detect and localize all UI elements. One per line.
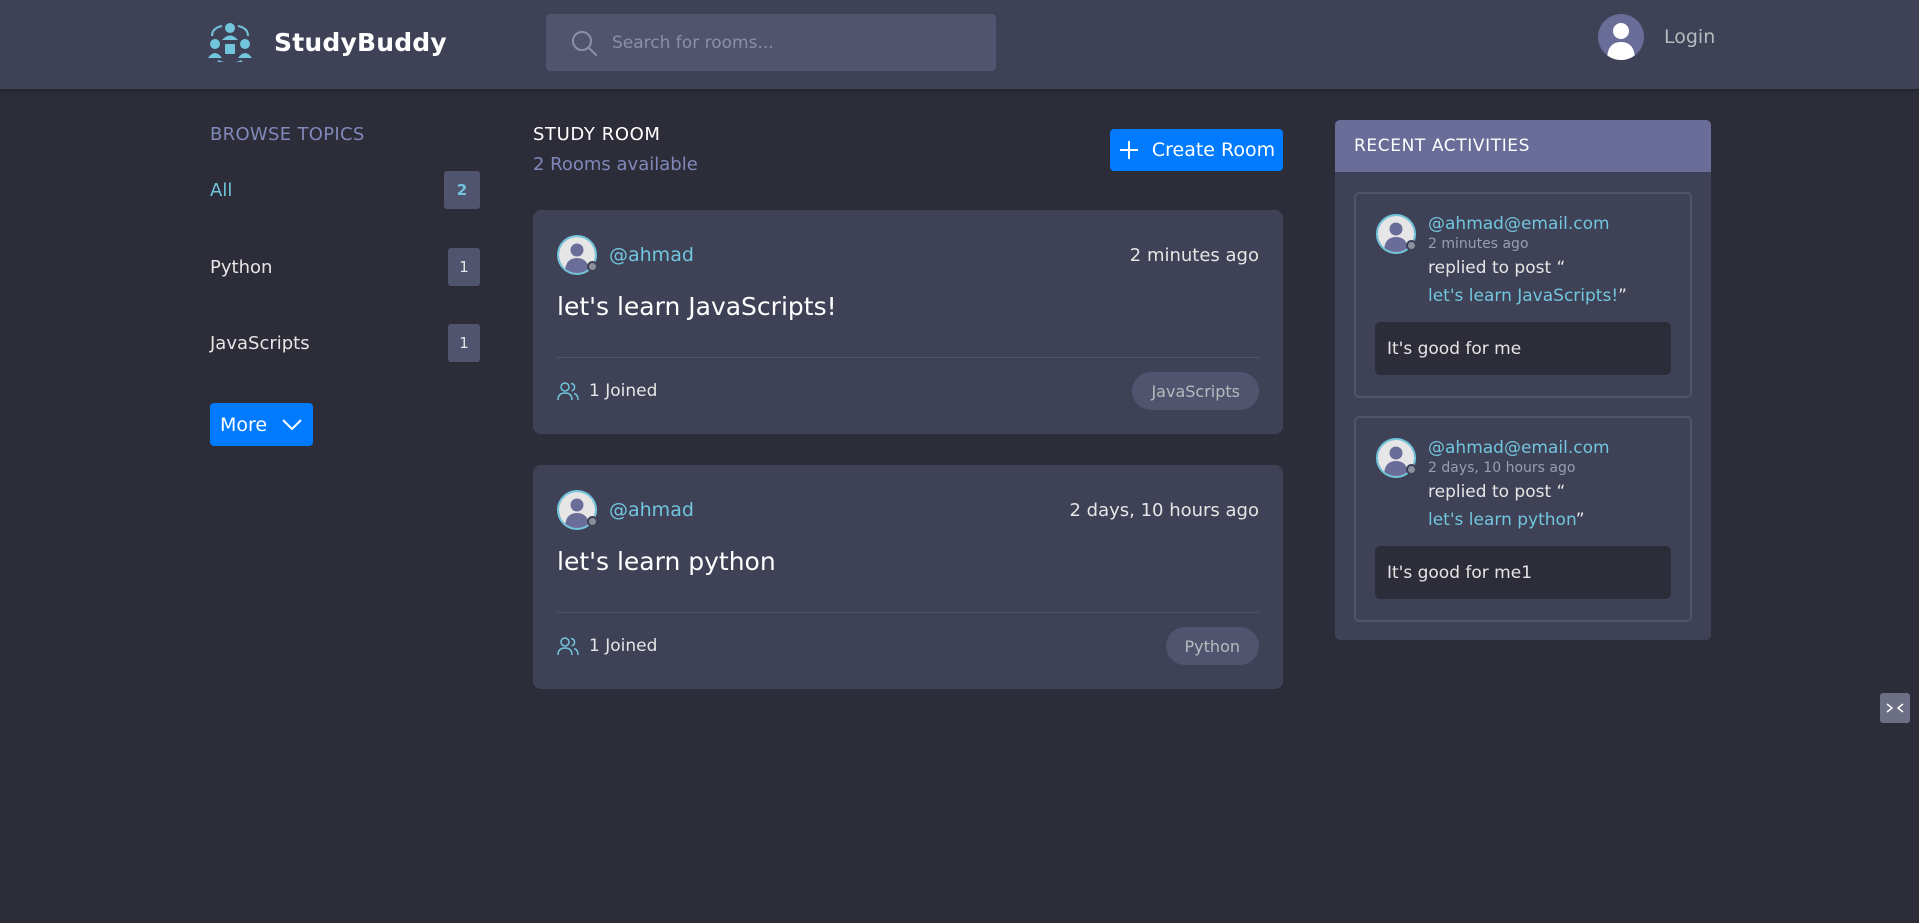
more-topics-button[interactable]: More xyxy=(210,403,313,446)
status-dot xyxy=(1406,240,1417,251)
users-icon xyxy=(557,637,579,656)
status-dot xyxy=(1406,464,1417,475)
room-topic-tag[interactable]: JavaScripts xyxy=(1132,372,1259,410)
activity-post: let's learn JavaScripts!” xyxy=(1428,286,1627,306)
search-bar xyxy=(546,14,996,71)
host-avatar xyxy=(557,490,598,530)
browse-topics-heading: BROWSE TOPICS xyxy=(210,124,365,145)
login-link[interactable]: Login xyxy=(1598,14,1715,60)
close-quote: ” xyxy=(1618,286,1627,306)
topic-label: Python xyxy=(210,256,273,278)
activity-post-link[interactable]: let's learn JavaScripts! xyxy=(1428,286,1618,306)
activity-item: @ahmad@email.com 2 days, 10 hours ago re… xyxy=(1354,416,1692,622)
activity-message: It's good for me1 xyxy=(1375,546,1671,599)
joined-count: 1 Joined xyxy=(589,636,658,656)
topic-label: All xyxy=(210,179,233,201)
top-navbar: StudyBuddy Login xyxy=(0,0,1919,89)
rooms-available-count: 2 Rooms available xyxy=(533,154,698,175)
recent-activities-panel: RECENT ACTIVITIES @ahmad@email.com 2 min… xyxy=(1335,120,1711,640)
room-host-link[interactable]: @ahmad xyxy=(557,490,694,530)
room-footer: 1 Joined JavaScripts xyxy=(557,371,1259,411)
search-input[interactable] xyxy=(612,32,972,53)
room-title-link[interactable]: let's learn python xyxy=(557,547,776,576)
topic-count-badge: 2 xyxy=(444,171,480,209)
create-room-button[interactable]: Create Room xyxy=(1110,129,1283,171)
room-topic-tag[interactable]: Python xyxy=(1165,627,1259,665)
activity-username[interactable]: @ahmad@email.com xyxy=(1428,438,1610,458)
login-label: Login xyxy=(1664,26,1716,48)
activity-message: It's good for me xyxy=(1375,322,1671,375)
host-avatar xyxy=(557,235,598,275)
plus-icon xyxy=(1119,141,1138,159)
room-host-link[interactable]: @ahmad xyxy=(557,235,694,275)
room-header: @ahmad 2 minutes ago xyxy=(557,234,1259,276)
activity-avatar[interactable] xyxy=(1376,214,1417,254)
activity-action-text: replied to post “ xyxy=(1428,482,1566,502)
recent-activities-heading: RECENT ACTIVITIES xyxy=(1335,120,1711,172)
activity-username[interactable]: @ahmad@email.com xyxy=(1428,214,1610,234)
brand-name: StudyBuddy xyxy=(274,27,447,57)
study-room-heading: STUDY ROOM xyxy=(533,124,661,145)
divider xyxy=(557,357,1259,358)
room-title-link[interactable]: let's learn JavaScripts! xyxy=(557,292,837,321)
brand-logo-link[interactable]: StudyBuddy xyxy=(208,22,447,62)
debug-toolbar-toggle[interactable] xyxy=(1880,693,1910,723)
activity-timestamp: 2 days, 10 hours ago xyxy=(1428,460,1576,476)
terminal-icon xyxy=(1886,703,1904,713)
divider xyxy=(557,612,1259,613)
joined-count: 1 Joined xyxy=(589,381,658,401)
close-quote: ” xyxy=(1575,510,1585,530)
host-username: @ahmad xyxy=(609,499,694,521)
room-card: @ahmad 2 minutes ago let's learn JavaScr… xyxy=(533,210,1283,434)
more-button-label: More xyxy=(219,413,268,436)
users-icon xyxy=(557,382,579,401)
topic-item-javascripts[interactable]: JavaScripts 1 xyxy=(210,323,480,363)
topic-item-all[interactable]: All 2 xyxy=(210,170,480,210)
status-dot xyxy=(587,516,598,527)
room-footer: 1 Joined Python xyxy=(557,626,1259,666)
host-username: @ahmad xyxy=(609,244,694,266)
user-avatar xyxy=(1598,14,1644,60)
activity-action-text: replied to post “ xyxy=(1428,258,1566,278)
study-group-logo-icon xyxy=(208,23,252,62)
search-icon xyxy=(572,30,597,56)
participants-info: 1 Joined xyxy=(557,636,657,656)
create-room-label: Create Room xyxy=(1151,139,1276,161)
activity-post: let's learn python” xyxy=(1428,510,1585,530)
activity-post-link[interactable]: let's learn python xyxy=(1428,510,1576,530)
room-timestamp: 2 minutes ago xyxy=(1129,244,1259,266)
activity-timestamp: 2 minutes ago xyxy=(1428,236,1529,252)
activity-avatar[interactable] xyxy=(1376,438,1417,478)
user-silhouette-icon xyxy=(1607,23,1635,60)
topic-count-badge: 1 xyxy=(448,248,480,286)
room-timestamp: 2 days, 10 hours ago xyxy=(1069,499,1259,521)
status-dot xyxy=(587,261,598,272)
activity-item: @ahmad@email.com 2 minutes ago replied t… xyxy=(1354,192,1692,398)
participants-info: 1 Joined xyxy=(557,381,657,401)
room-card: @ahmad 2 days, 10 hours ago let's learn … xyxy=(533,465,1283,689)
topic-label: JavaScripts xyxy=(210,332,310,354)
room-header: @ahmad 2 days, 10 hours ago xyxy=(557,489,1259,531)
chevron-down-icon xyxy=(282,418,302,430)
topic-item-python[interactable]: Python 1 xyxy=(210,247,480,287)
topic-count-badge: 1 xyxy=(448,324,480,362)
